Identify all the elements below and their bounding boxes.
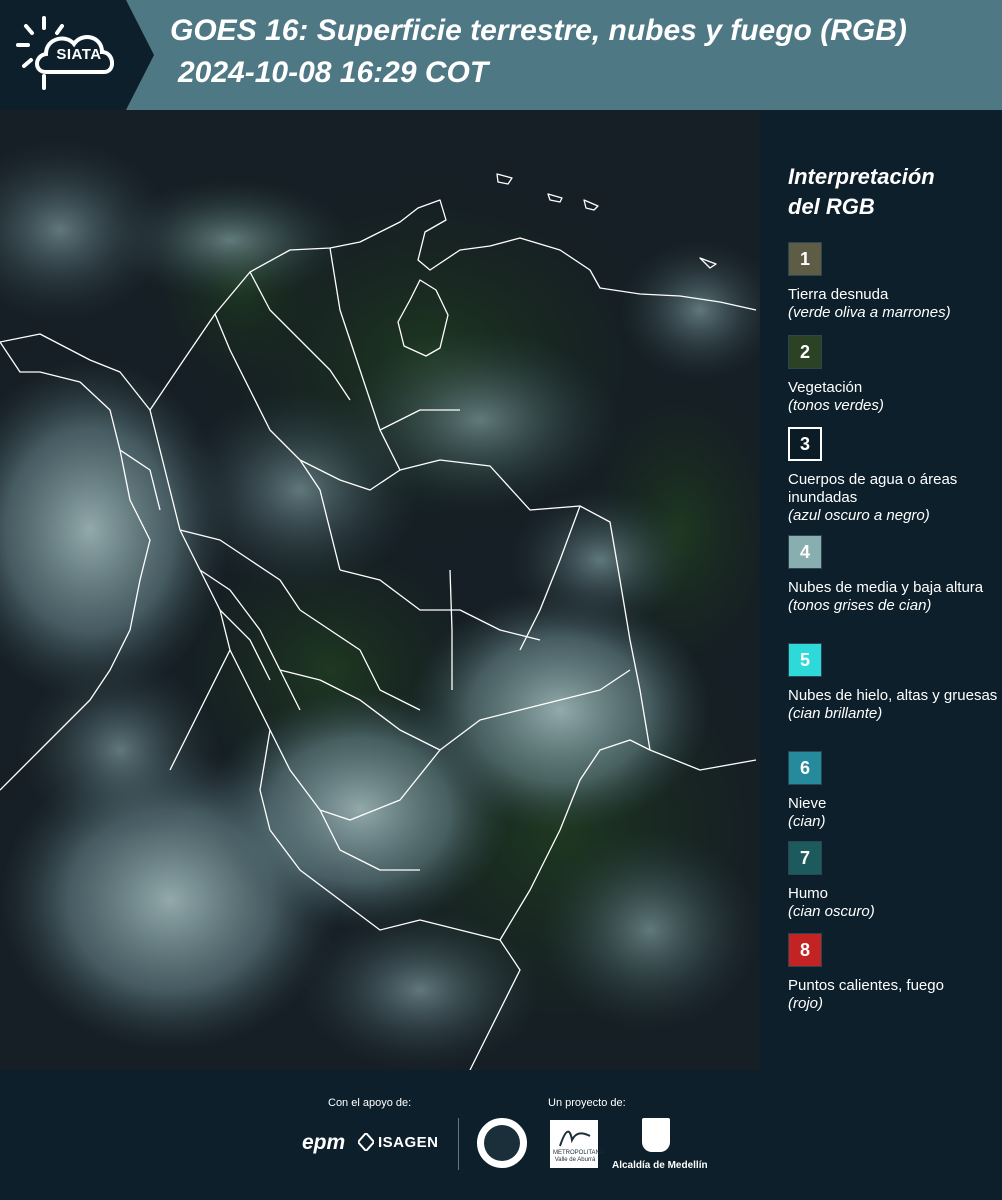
legend-swatch: 3 xyxy=(788,427,822,461)
legend-swatch: 4 xyxy=(788,535,822,569)
legend-swatch: 6 xyxy=(788,751,822,785)
legend-item: 6 Nieve (cian) xyxy=(788,751,998,831)
legend-item-description: (tonos verdes) xyxy=(788,397,884,414)
footer: Con el apoyo de: Un proyecto de: epm ISA… xyxy=(0,1070,1002,1200)
legend-item: 1 Tierra desnuda (verde oliva a marrones) xyxy=(788,242,998,322)
footer-divider xyxy=(458,1118,459,1170)
legend-item-description: (cian brillante) xyxy=(788,705,883,722)
legend-item: 3 Cuerpos de agua o áreas inundadas (azul … xyxy=(788,427,998,525)
isagen-label: ISAGEN xyxy=(378,1134,439,1151)
legend-item-name: Nieve xyxy=(788,795,827,812)
epm-logo: epm xyxy=(302,1131,346,1154)
legend-item-name: Nubes de hielo, altas y gruesas xyxy=(788,687,998,704)
legend-swatch: 1 xyxy=(788,242,822,276)
legend-swatch: 2 xyxy=(788,335,822,369)
siata-logo: SIATA xyxy=(0,0,158,110)
legend-item: 7 Humo (cian oscuro) xyxy=(788,841,998,921)
legend-item: 8 Puntos calientes, fuego (rojo) xyxy=(788,933,998,1013)
amva-label: METROPOLITANA Valle de Aburrá xyxy=(553,1150,604,1163)
legend-item-description: (rojo) xyxy=(788,995,824,1012)
legend-swatch: 8 xyxy=(788,933,822,967)
legend-item-name: Cuerpos de agua o áreas inundadas xyxy=(788,471,958,506)
siata-seal-logo xyxy=(477,1118,527,1168)
legend-item-description: (verde oliva a marrones) xyxy=(788,304,951,321)
legend-title-line1: Interpretación xyxy=(788,164,935,189)
page-title: GOES 16: Superficie terrestre, nubes y f… xyxy=(170,14,907,47)
legend-item-name: Puntos calientes, fuego xyxy=(788,977,944,994)
legend-item: 2 Vegetación (tonos verdes) xyxy=(788,335,998,415)
project-label: Un proyecto de: xyxy=(548,1097,626,1109)
legend-item-description: (cian) xyxy=(788,813,826,830)
satellite-map xyxy=(0,110,760,1070)
isagen-logo xyxy=(356,1131,376,1156)
header-bar: SIATA GOES 16: Superficie terrestre, nub… xyxy=(0,0,1002,110)
legend-item-name: Humo xyxy=(788,885,829,902)
alcaldia-label: Alcaldía de Medellín xyxy=(612,1160,708,1171)
satellite-image xyxy=(0,110,760,1070)
timestamp: 2024-10-08 16:29 COT xyxy=(178,56,489,89)
legend-item-name: Nubes de media y baja altura xyxy=(788,579,984,596)
legend-item-description: (cian oscuro) xyxy=(788,903,875,920)
legend-item-description: (azul oscuro a negro) xyxy=(788,507,930,524)
support-label: Con el apoyo de: xyxy=(328,1097,412,1109)
legend-swatch: 7 xyxy=(788,841,822,875)
legend-item-name: Vegetación xyxy=(788,379,863,396)
legend-item-description: (tonos grises de cian) xyxy=(788,597,932,614)
legend-title: Interpretación del RGB xyxy=(788,162,935,222)
legend-panel: Interpretación del RGB 1 Tierra desnuda (v… xyxy=(760,110,1002,1070)
logo-text: SIATA xyxy=(56,46,102,63)
legend-item: 5 Nubes de hielo, altas y gruesas (cian br… xyxy=(788,643,998,723)
alcaldia-shield-icon xyxy=(642,1118,670,1152)
legend-title-line2: del RGB xyxy=(788,194,875,219)
legend-item-name: Tierra desnuda xyxy=(788,286,889,303)
legend-item: 4 Nubes de media y baja altura (tonos gris… xyxy=(788,535,998,615)
amva-signature-icon xyxy=(559,1130,591,1147)
legend-swatch: 5 xyxy=(788,643,822,677)
